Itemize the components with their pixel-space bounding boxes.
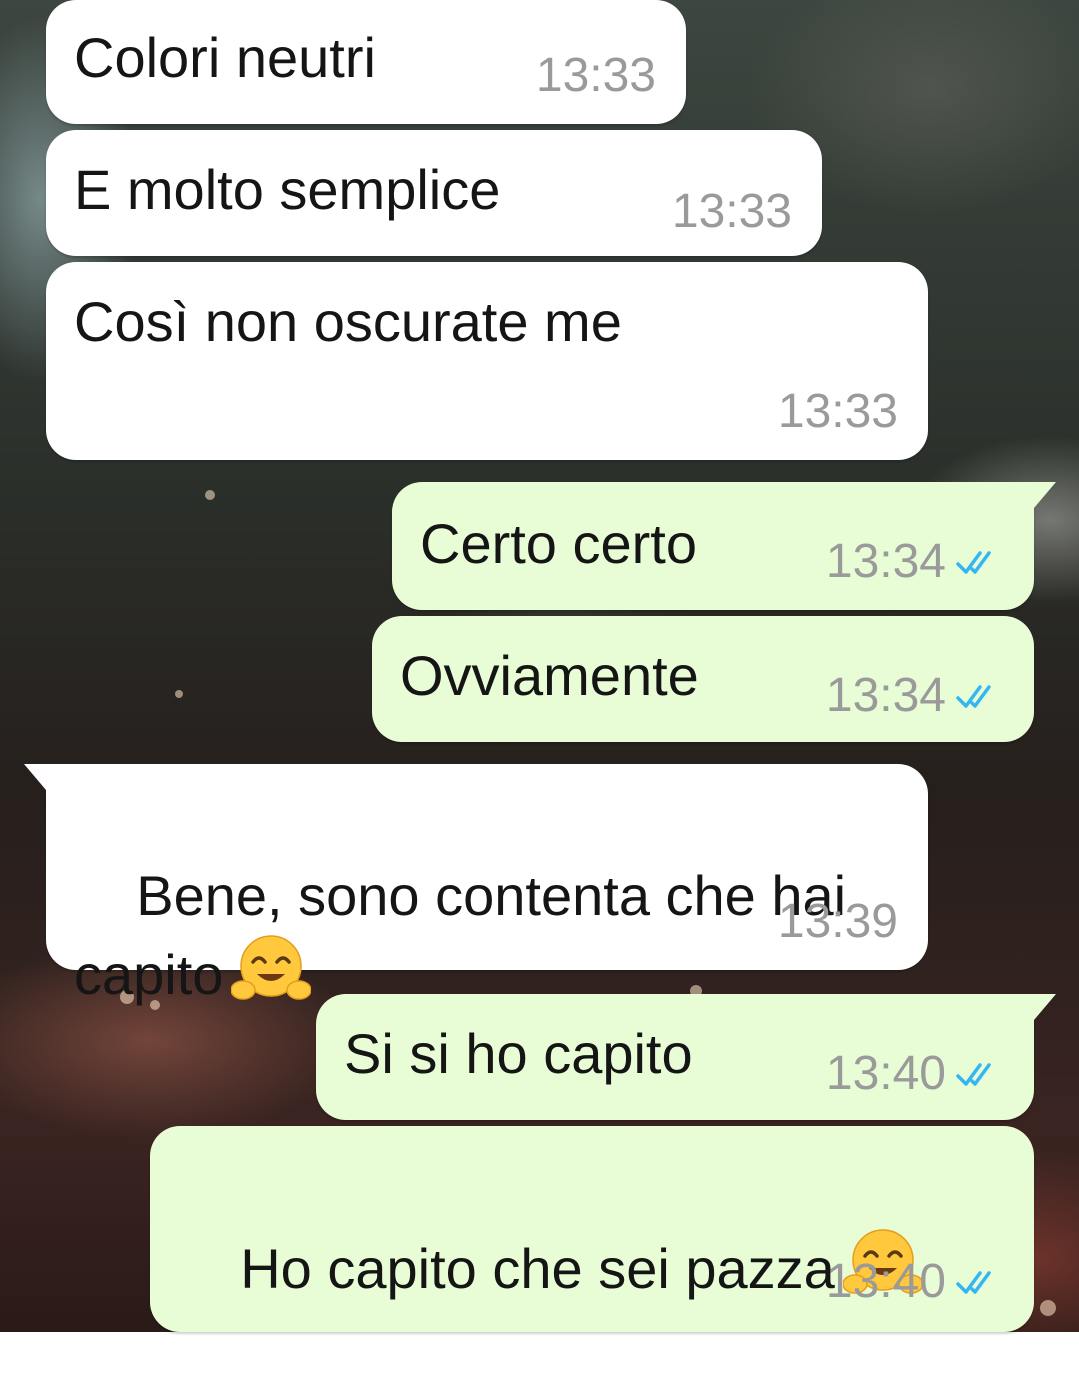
message-timestamp: 13:34 bbox=[825, 669, 946, 722]
message-bubble-outgoing[interactable]: Ho capito che sei pazza 13:40 bbox=[150, 1126, 1034, 1332]
message-text: Ovviamente bbox=[400, 644, 699, 707]
message-timestamp: 13:33 bbox=[535, 49, 656, 102]
read-ticks-icon bbox=[956, 685, 991, 708]
message-bubble-incoming[interactable]: Colori neutri 13:33 bbox=[46, 0, 686, 124]
message-text: Certo certo bbox=[420, 512, 697, 575]
message-timestamp: 13:40 bbox=[825, 1255, 946, 1308]
message-bubble-incoming[interactable]: Bene, sono contenta che hai capito 13:39 bbox=[24, 764, 928, 1006]
message-text: E molto semplice bbox=[74, 158, 501, 221]
message-timestamp: 13:34 bbox=[825, 535, 946, 588]
message-bubble-outgoing[interactable]: Ovviamente 13:34 bbox=[372, 616, 1034, 742]
message-timestamp: 13:39 bbox=[777, 895, 898, 948]
read-ticks-icon bbox=[956, 1271, 991, 1294]
message-bubble-outgoing[interactable]: Si si ho capito 13:40 bbox=[316, 994, 1056, 1120]
message-timestamp: 13:33 bbox=[777, 385, 898, 438]
message-text: Così non oscurate me bbox=[74, 290, 622, 353]
message-bubble-incoming[interactable]: Così non oscurate me 13:33 bbox=[46, 262, 928, 460]
message-text-content: Bene, sono contenta che hai capito bbox=[74, 864, 847, 1006]
read-ticks-icon bbox=[956, 551, 991, 574]
read-ticks-icon bbox=[956, 1063, 991, 1086]
message-bubble-incoming[interactable]: E molto semplice 13:33 bbox=[46, 130, 822, 256]
message-timestamp: 13:40 bbox=[825, 1047, 946, 1100]
message-text: Ho capito che sei pazza bbox=[178, 1154, 923, 1377]
message-text: Colori neutri bbox=[74, 26, 376, 89]
message-text: Si si ho capito bbox=[344, 1022, 693, 1085]
message-text-content: Ho capito che sei pazza bbox=[240, 1237, 835, 1300]
hugging-face-emoji-icon bbox=[231, 935, 312, 1000]
message-timestamp: 13:33 bbox=[671, 185, 792, 238]
message-bubble-outgoing[interactable]: Certo certo 13:34 bbox=[392, 482, 1056, 610]
